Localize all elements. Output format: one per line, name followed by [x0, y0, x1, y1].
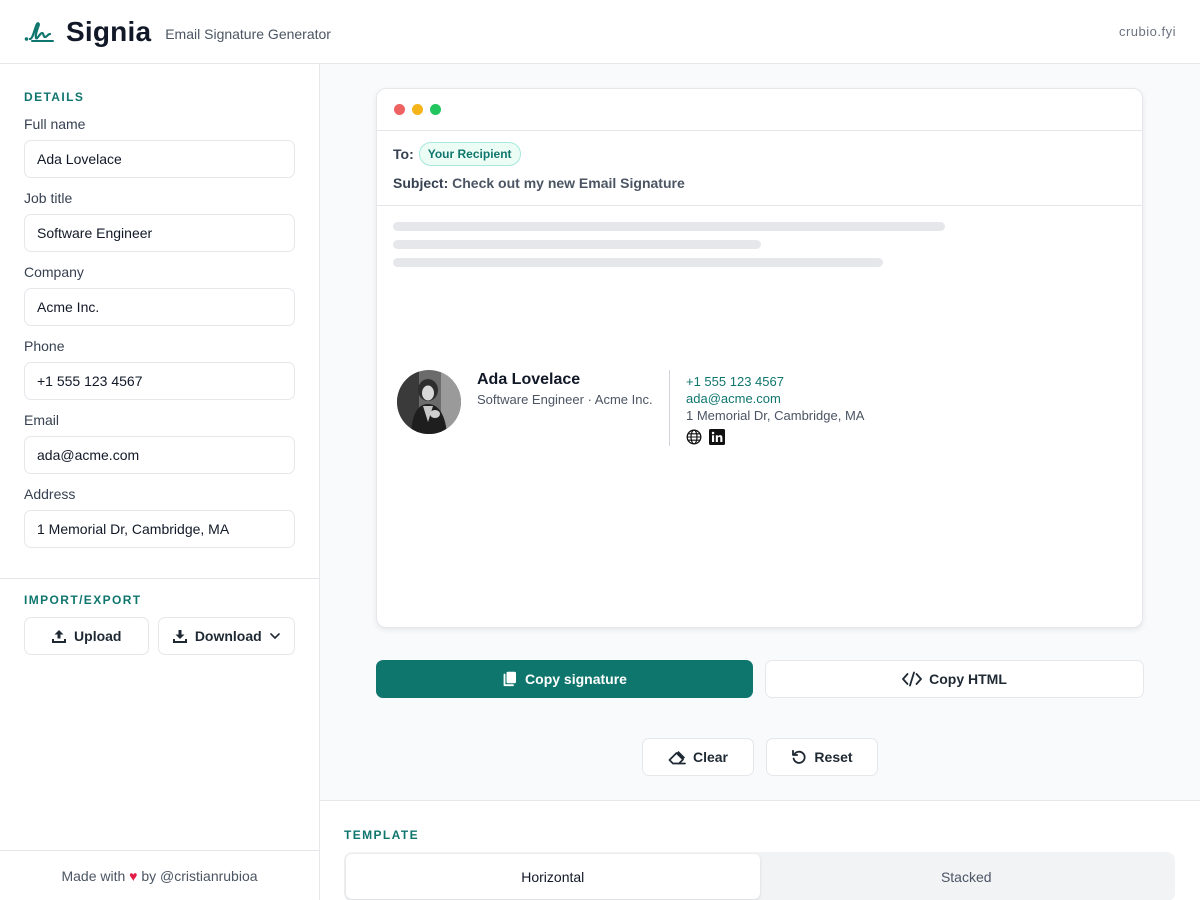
green-dot-icon — [430, 104, 441, 115]
template-section: TEMPLATE Horizontal Stacked — [320, 800, 1200, 900]
import-export-buttons: Upload Download — [24, 617, 295, 655]
email-input[interactable] — [24, 436, 295, 474]
field-full-name: Full name — [24, 116, 295, 178]
footer-prefix: Made with — [61, 868, 126, 884]
copy-signature-label: Copy signature — [525, 671, 627, 687]
field-company: Company — [24, 264, 295, 326]
address-input[interactable] — [24, 510, 295, 548]
subject-value: Check out my new Email Signature — [452, 175, 685, 191]
upload-icon — [52, 630, 67, 643]
body-placeholder-line — [393, 258, 883, 267]
import-export-title: IMPORT/EXPORT — [24, 593, 142, 607]
signature-logo-icon — [24, 21, 54, 42]
sidebar: DETAILS Full name Job title Company Phon… — [0, 64, 320, 900]
signature-contact: +1 555 123 4567 ada@acme.com 1 Memorial … — [686, 373, 864, 445]
copy-icon — [503, 671, 517, 687]
signature-address: 1 Memorial Dr, Cambridge, MA — [686, 408, 865, 423]
app-header: Signia Email Signature Generator crubio.… — [0, 0, 1200, 64]
template-selector: Horizontal Stacked — [344, 852, 1175, 900]
upload-label: Upload — [74, 628, 122, 644]
clear-label: Clear — [692, 749, 729, 765]
download-label: Download — [194, 628, 262, 644]
import-export-section: IMPORT/EXPORT Upload Download — [24, 593, 295, 655]
signature-email-link[interactable]: ada@acme.com — [686, 390, 864, 407]
download-button[interactable]: Download — [157, 617, 295, 655]
preview-divider-bottom — [377, 205, 1142, 206]
full-name-label: Full name — [24, 116, 86, 132]
signature-name: Ada Lovelace — [477, 371, 581, 388]
recipient-chip: Your Recipient — [418, 142, 521, 166]
reset-label: Reset — [814, 749, 853, 765]
signature-divider — [669, 370, 670, 446]
full-name-input[interactable] — [24, 140, 295, 178]
body-placeholder-line — [393, 222, 945, 231]
reset-icon — [792, 749, 806, 764]
main-area: To: Your Recipient Subject: Check out my… — [320, 64, 1200, 900]
footer-credit: Made with ♥ by @cristianrubioa — [0, 868, 319, 884]
copy-html-button[interactable]: Copy HTML — [765, 660, 1144, 698]
template-option-stacked[interactable]: Stacked — [760, 854, 1174, 899]
to-row: To: Your Recipient — [393, 142, 521, 166]
phone-label: Phone — [24, 338, 65, 354]
to-label: To: — [393, 146, 414, 162]
heart-icon: ♥ — [129, 868, 138, 884]
chevron-down-icon — [269, 633, 280, 639]
template-option-horizontal[interactable]: Horizontal — [346, 854, 760, 899]
yellow-dot-icon — [412, 104, 423, 115]
field-job-title: Job title — [24, 190, 295, 252]
brand-tagline: Email Signature Generator — [165, 25, 331, 42]
signature-social-icons — [686, 429, 864, 445]
upload-button[interactable]: Upload — [24, 617, 149, 655]
signature-role: Software Engineer · Acme Inc. — [477, 392, 653, 407]
field-email: Email — [24, 412, 295, 474]
field-phone: Phone — [24, 338, 295, 400]
job-title-label: Job title — [24, 190, 73, 206]
download-icon — [172, 630, 187, 643]
brand-name: Signia — [66, 15, 152, 47]
footer-divider — [0, 850, 319, 851]
sidebar-divider — [0, 578, 319, 579]
preview-divider-top — [377, 130, 1142, 131]
signature-phone-link[interactable]: +1 555 123 4567 — [686, 373, 864, 390]
phone-input[interactable] — [24, 362, 295, 400]
details-section: DETAILS Full name Job title Company Phon… — [24, 90, 295, 548]
reset-button[interactable]: Reset — [766, 738, 878, 776]
details-title: DETAILS — [24, 90, 85, 104]
code-icon — [902, 671, 923, 687]
job-title-input[interactable] — [24, 214, 295, 252]
red-dot-icon — [394, 104, 405, 115]
field-address: Address — [24, 486, 295, 548]
window-dots — [394, 104, 441, 115]
copy-html-label: Copy HTML — [929, 671, 1007, 687]
portrait-image — [397, 370, 461, 434]
template-title: TEMPLATE — [344, 828, 419, 842]
site-link[interactable]: crubio.fyi — [1119, 24, 1176, 39]
avatar — [397, 370, 461, 434]
company-label: Company — [24, 264, 84, 280]
copy-signature-button[interactable]: Copy signature — [376, 660, 753, 698]
clear-button[interactable]: Clear — [642, 738, 754, 776]
globe-icon[interactable] — [686, 429, 702, 445]
body-placeholder-line — [393, 240, 761, 249]
subject-row: Subject: Check out my new Email Signatur… — [393, 175, 685, 191]
company-input[interactable] — [24, 288, 295, 326]
footer-suffix: by @cristianrubioa — [141, 868, 258, 884]
eraser-icon — [668, 750, 686, 764]
subject-label: Subject: — [393, 175, 449, 191]
signature-preview: Ada Lovelace Software Engineer · Acme In… — [397, 370, 917, 450]
email-label: Email — [24, 412, 60, 428]
address-label: Address — [24, 486, 76, 502]
linkedin-icon[interactable] — [709, 429, 725, 445]
email-preview-card: To: Your Recipient Subject: Check out my… — [376, 88, 1143, 628]
